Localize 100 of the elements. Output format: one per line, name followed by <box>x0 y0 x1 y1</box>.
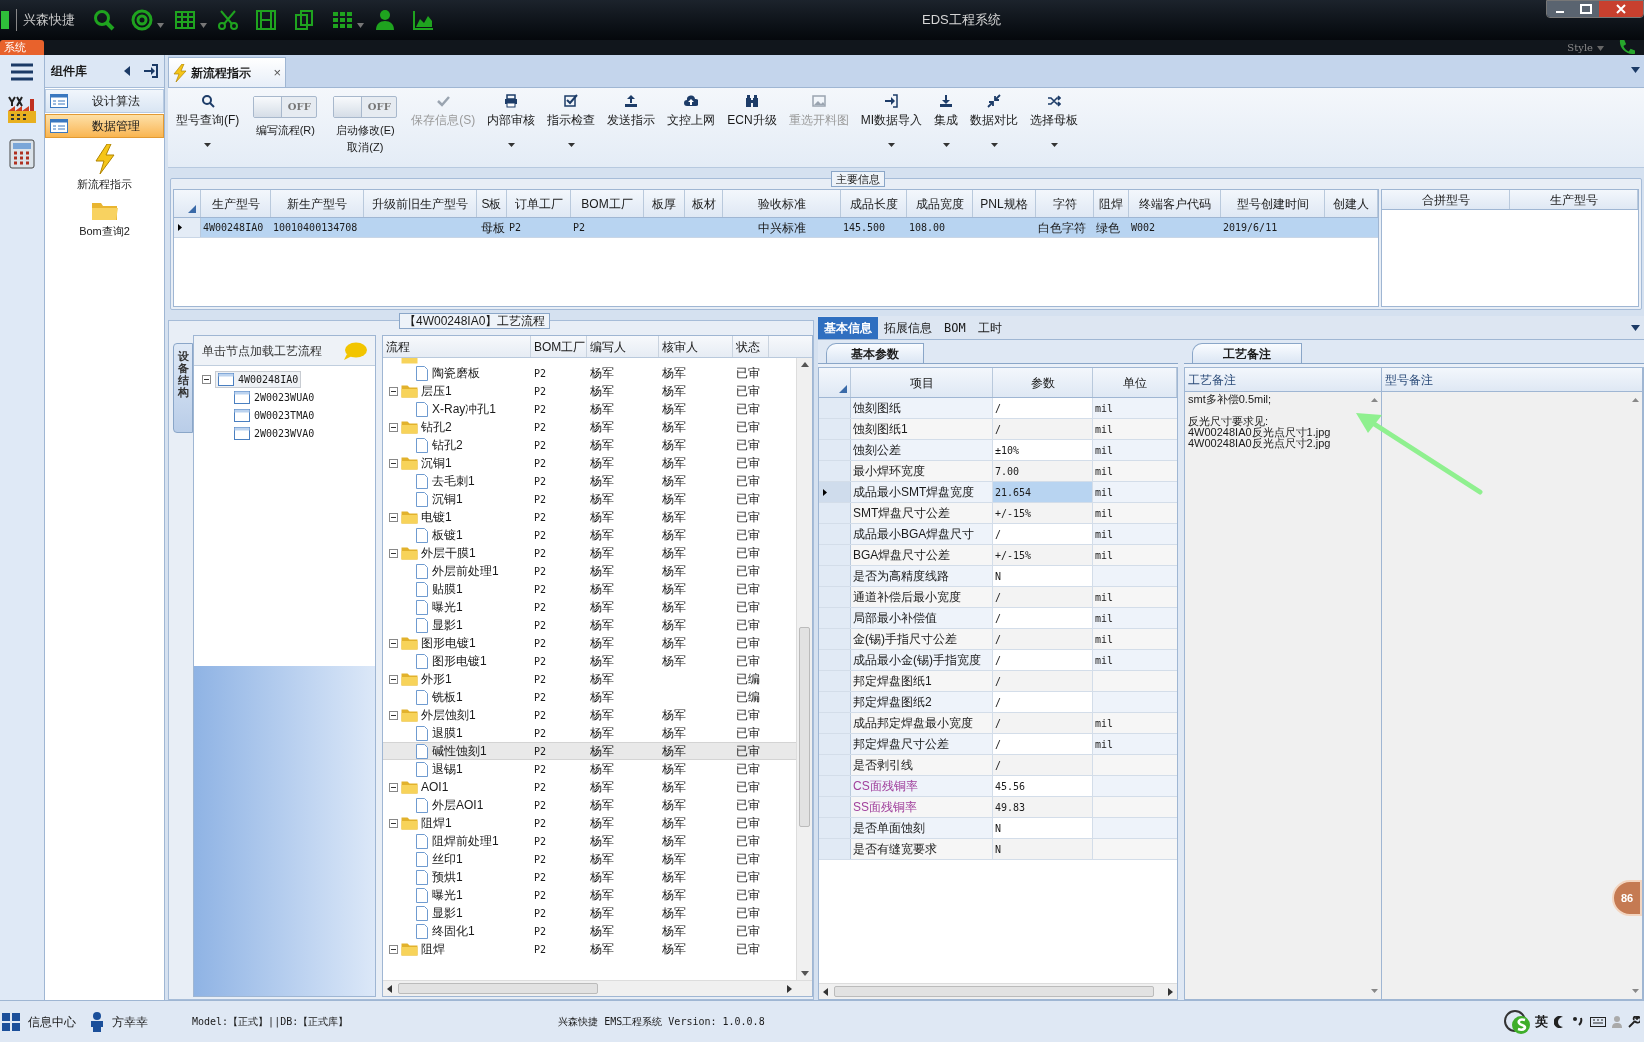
column-header[interactable]: 板材 <box>685 190 723 217</box>
tree-node-label[interactable]: 终固化1 <box>432 922 475 940</box>
status-text[interactable]: 信息中心 <box>28 1012 76 1031</box>
calculator-icon[interactable] <box>9 139 35 169</box>
toggle-switch[interactable]: OFF <box>333 96 398 118</box>
tab[interactable]: 拓展信息 <box>878 317 938 339</box>
caret-icon[interactable] <box>200 22 207 28</box>
column-header[interactable]: 编写人 <box>587 336 659 357</box>
input-method-icon[interactable] <box>1503 1008 1531 1035</box>
collapse-icon[interactable] <box>389 386 398 396</box>
toolbar-button[interactable]: 型号查询(F) <box>170 92 246 158</box>
column-header[interactable]: 成品宽度 <box>907 190 973 217</box>
minimize-icon[interactable] <box>1547 1 1573 17</box>
tree-node-label[interactable]: AOI1 <box>421 778 449 796</box>
column-header[interactable]: PNL规格 <box>973 190 1036 217</box>
tree-node-label[interactable]: 钻孔2 <box>421 418 452 436</box>
search-icon[interactable] <box>93 9 115 31</box>
collapse-icon[interactable] <box>389 710 398 720</box>
tree-node-label[interactable]: 阻焊1 <box>421 814 452 832</box>
horizontal-scrollbar[interactable] <box>819 983 1177 999</box>
caret-icon[interactable] <box>357 22 364 28</box>
tree-node[interactable]: 2W0023WUA0 <box>231 388 318 406</box>
sidebar-item[interactable]: 数据管理 <box>45 114 164 138</box>
tree-node[interactable]: 2W0023WVA0 <box>231 424 318 442</box>
column-header[interactable]: 创建人 <box>1325 190 1378 217</box>
collapse-icon[interactable] <box>389 944 398 954</box>
column-header[interactable]: 字符 <box>1036 190 1094 217</box>
grid-icon[interactable] <box>331 9 353 31</box>
menu-icon[interactable] <box>11 63 33 81</box>
horizontal-scrollbar[interactable] <box>383 980 812 996</box>
vertical-scrollbar[interactable] <box>796 358 812 980</box>
column-header[interactable]: 订单工厂 <box>507 190 571 217</box>
column-header[interactable]: 流程 <box>383 336 531 357</box>
tab[interactable]: BOM <box>938 317 972 339</box>
scrollbar-thumb[interactable] <box>799 627 810 827</box>
shortcut-label[interactable]: 新流程指示 <box>77 176 132 193</box>
tab[interactable]: 工时 <box>971 317 1008 339</box>
tree-node-label[interactable]: 图形电镀1 <box>432 652 487 670</box>
tree-node-label[interactable]: 碱性蚀刻1 <box>432 743 487 759</box>
caret-icon[interactable] <box>157 22 164 28</box>
tree-node-label[interactable]: 外层蚀刻1 <box>421 706 476 724</box>
collapse-icon[interactable] <box>389 818 398 828</box>
close-icon[interactable] <box>1599 1 1643 17</box>
column-header[interactable]: 生产型号 <box>1510 190 1638 209</box>
collapse-icon[interactable] <box>389 548 398 558</box>
column-header[interactable]: 成品长度 <box>841 190 907 217</box>
collapse-icon[interactable] <box>389 512 398 522</box>
collapse-icon[interactable] <box>389 674 398 684</box>
toolbar-button[interactable]: 选择母板 <box>1024 92 1084 158</box>
toggle-switch[interactable]: OFF <box>253 96 318 118</box>
tree-node-label[interactable]: 曝光1 <box>432 598 463 616</box>
table-icon[interactable] <box>174 9 196 31</box>
scrollbar-thumb[interactable] <box>398 983 598 994</box>
column-header[interactable]: 合拼型号 <box>1382 190 1510 209</box>
tree-node-label[interactable]: 沉铜1 <box>421 454 452 472</box>
caret-icon[interactable] <box>1631 325 1640 331</box>
row-header[interactable] <box>819 482 851 502</box>
keyboard-icon[interactable] <box>1590 1015 1606 1028</box>
tree-node-label[interactable]: 外层AOI1 <box>432 796 484 814</box>
toolbar-button[interactable]: 文控上网 <box>661 92 722 158</box>
column-header[interactable]: 项目 <box>851 368 993 397</box>
tree-node-label[interactable]: 铣板1 <box>432 688 463 706</box>
collapse-icon[interactable] <box>202 374 211 384</box>
toolbar-button[interactable]: 内部审核 <box>481 92 542 158</box>
column-header[interactable]: 型号创建时间 <box>1221 190 1325 217</box>
factory-icon[interactable] <box>6 95 38 125</box>
collapse-icon[interactable] <box>389 782 398 792</box>
tree-node-label[interactable]: 退膜1 <box>432 724 463 742</box>
tree-node-label[interactable]: 显影1 <box>432 616 463 634</box>
tree-node-label[interactable]: 电镀1 <box>421 508 452 526</box>
toolbar-button[interactable]: ECN升级 <box>721 92 783 158</box>
tree-node-label[interactable]: 丝印1 <box>432 850 463 868</box>
column-header[interactable]: 生产型号 <box>201 190 271 217</box>
column-header[interactable]: 工艺备注 <box>1185 368 1381 392</box>
column-header[interactable]: 新生产型号 <box>271 190 364 217</box>
panel-tab[interactable]: 工艺备注 <box>1192 343 1302 363</box>
area-chart-icon[interactable] <box>412 9 434 31</box>
tree-node-label[interactable]: 外形1 <box>421 670 452 688</box>
film-icon[interactable] <box>255 9 277 31</box>
sidebar-item[interactable]: 设计算法 <box>45 89 164 113</box>
column-header[interactable]: 板厚 <box>644 190 685 217</box>
collapse-icon[interactable] <box>389 638 398 648</box>
table-row[interactable]: 4W00248IA0 10010400134708 母板 P2 P2 中兴标准 145.500 108.00 白色字符 绿色 W002 2019/6/11 <box>174 218 1378 238</box>
tree-node-label[interactable]: 预烘1 <box>432 868 463 886</box>
lightning-icon[interactable] <box>92 144 117 174</box>
language-indicator[interactable]: 英 <box>1535 1011 1548 1032</box>
windows-grid-icon[interactable] <box>2 1012 20 1031</box>
tree-node-label[interactable]: 陶瓷磨板 <box>432 364 480 382</box>
panel-tab[interactable]: 基本参数 <box>826 343 924 363</box>
sign-in-icon[interactable] <box>144 64 158 78</box>
maximize-icon[interactable] <box>1573 1 1599 17</box>
document-tab[interactable]: 新流程指示 × <box>168 57 286 87</box>
collapse-icon[interactable] <box>389 422 398 432</box>
flow-row[interactable]: 碱性蚀刻1 P2 杨军 杨军 已审 <box>383 742 796 760</box>
column-header[interactable]: 验收标准 <box>723 190 841 217</box>
style-dropdown[interactable]: Style <box>1567 40 1593 55</box>
tree-node-label[interactable]: 沉铜1 <box>432 490 463 508</box>
column-header[interactable]: 升级前旧生产型号 <box>364 190 477 217</box>
toolbar-button[interactable]: 集成 <box>928 92 964 158</box>
tree-node-label[interactable]: 外层前处理1 <box>432 562 499 580</box>
